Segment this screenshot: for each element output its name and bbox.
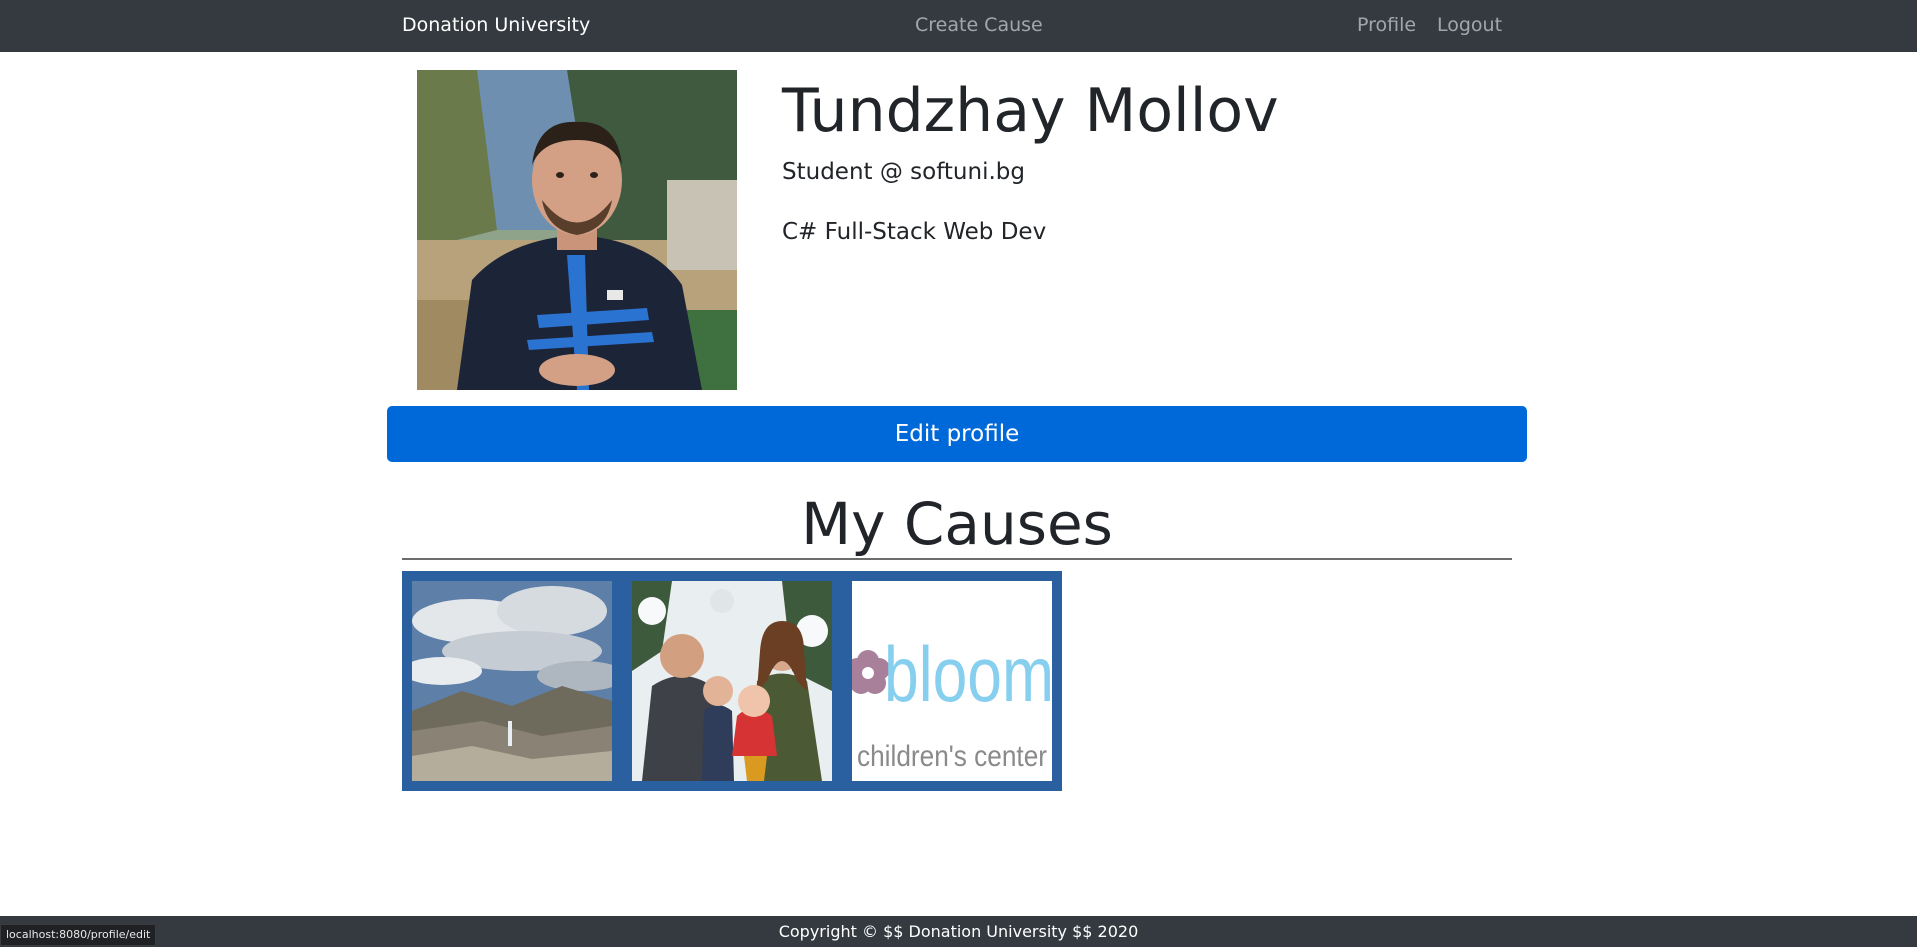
logout-link[interactable]: Logout [1437,14,1502,36]
bloom-childrens-center-logo: bloom children's center [852,581,1052,781]
navbar: Donation University Create Cause Profile… [0,0,1917,52]
family-in-snow-image [632,581,832,781]
profile-link[interactable]: Profile [1357,14,1416,36]
causes-title: My Causes [801,490,1113,558]
footer: Copyright © $$ Donation University $$ 20… [0,916,1917,947]
mountain-landscape-image [412,581,612,781]
causes-divider [402,558,1512,560]
create-cause-link[interactable]: Create Cause [915,14,1043,36]
brand-link[interactable]: Donation University [402,14,590,36]
profile-name: Tundzhay Mollov [782,76,1279,146]
profile-position: Student @ softuni.bg [782,159,1025,185]
edit-profile-button[interactable]: Edit profile [387,406,1527,462]
cause-card-bloom[interactable]: bloom children's center [852,581,1052,781]
profile-description: C# Full-Stack Web Dev [782,219,1047,245]
causes-list: bloom children's center [402,571,1062,791]
bloom-logo-subtext: children's center [857,740,1047,773]
bloom-logo-text: bloom [884,630,1052,718]
cause-card-mountain[interactable] [412,581,612,781]
browser-status-url: localhost:8080/profile/edit [0,924,157,946]
profile-avatar [417,70,737,390]
copyright-text: Copyright © $$ Donation University $$ 20… [778,922,1139,941]
cause-card-family[interactable] [632,581,832,781]
